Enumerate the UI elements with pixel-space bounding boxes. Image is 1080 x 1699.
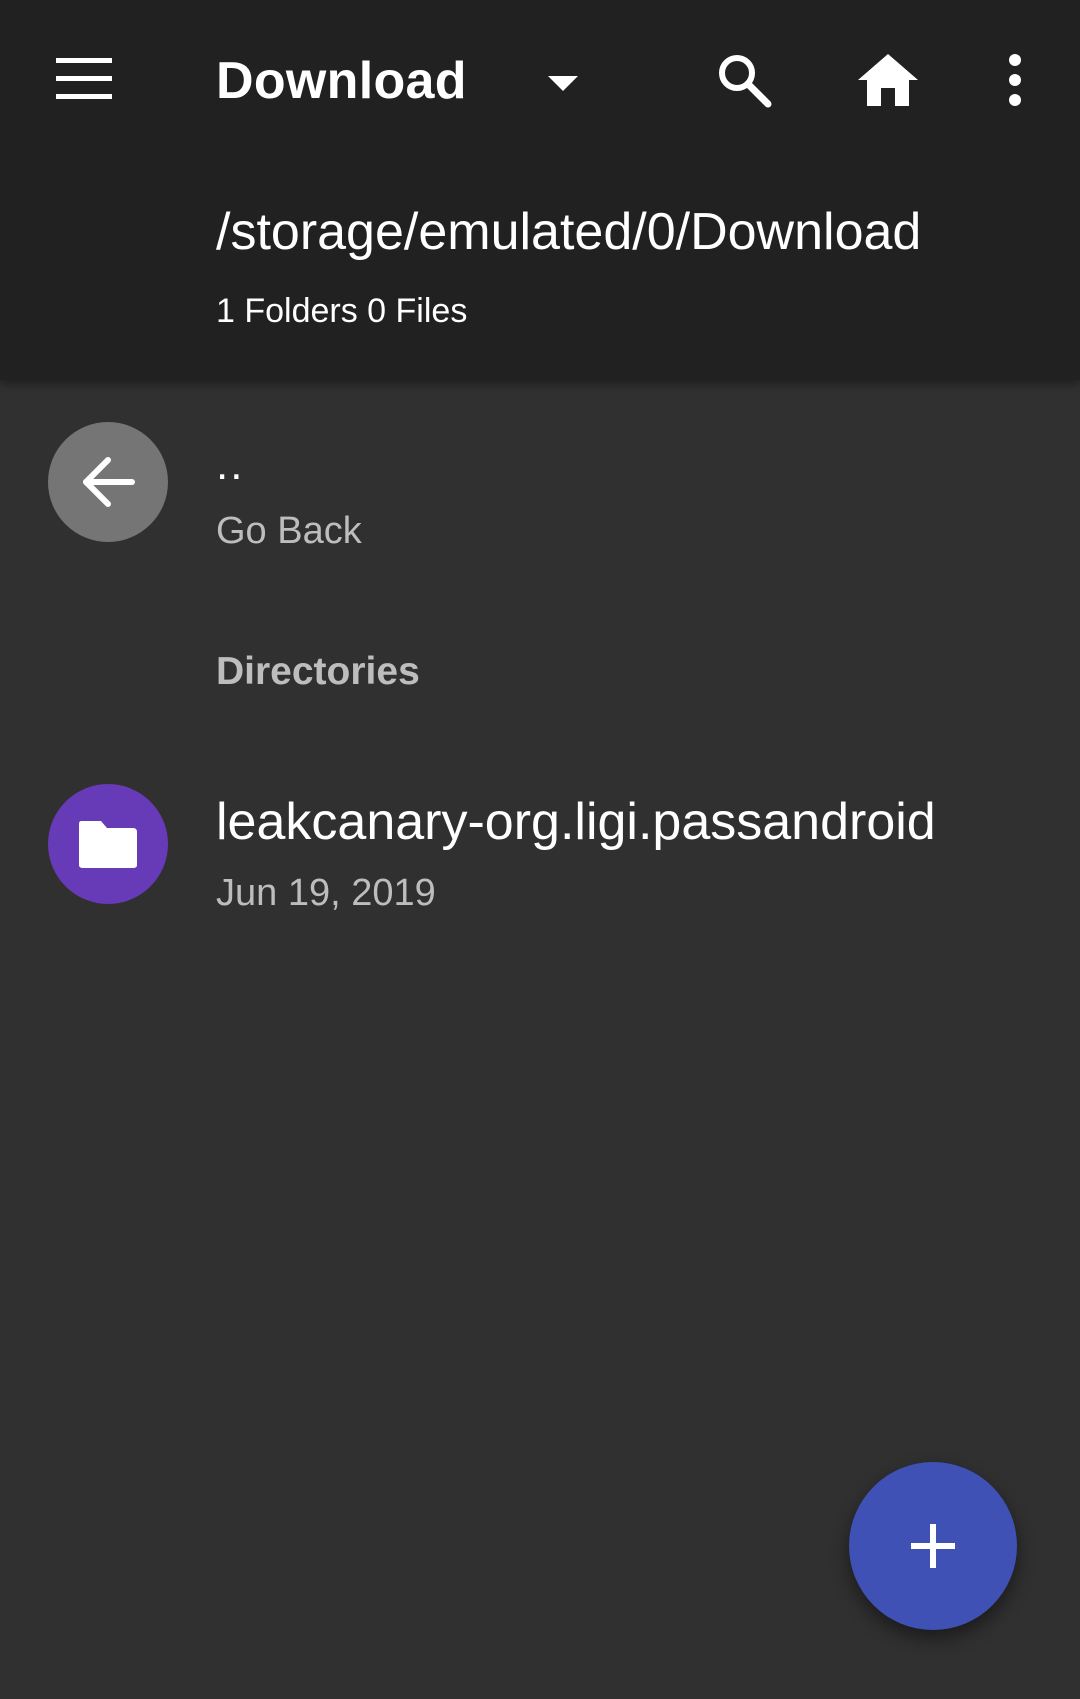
directories-section-header: Directories [216, 650, 420, 693]
add-fab-button[interactable] [849, 1462, 1017, 1630]
app-toolbar: Download /storage/emulated/0/Download 1 … [0, 0, 1080, 380]
page-title: Download [216, 52, 467, 110]
folder-icon [79, 821, 137, 868]
more-vertical-icon [1009, 54, 1021, 106]
back-avatar [48, 422, 168, 542]
folder-title-dropdown[interactable]: Download [216, 40, 467, 122]
file-browser-screen: Download /storage/emulated/0/Download 1 … [0, 0, 1080, 1699]
menu-button[interactable] [40, 40, 128, 118]
home-icon [858, 54, 918, 106]
go-back-item[interactable]: .. Go Back [0, 400, 1080, 570]
folder-file-count: 1 Folders 0 Files [216, 292, 468, 330]
folder-avatar [48, 784, 168, 904]
folder-date: Jun 19, 2019 [216, 872, 436, 914]
go-back-sublabel: Go Back [216, 510, 362, 552]
hamburger-menu-icon [56, 58, 112, 99]
plus-icon [911, 1524, 955, 1568]
list-item-folder[interactable]: leakcanary-org.ligi.passandroid Jun 19, … [0, 760, 1080, 930]
current-path: /storage/emulated/0/Download [216, 203, 922, 261]
home-button[interactable] [844, 40, 932, 120]
more-options-button[interactable] [990, 40, 1040, 120]
arrow-back-icon [83, 457, 135, 507]
search-icon [719, 55, 772, 108]
search-button[interactable] [700, 40, 788, 120]
folder-name: leakcanary-org.ligi.passandroid [216, 793, 936, 851]
arrow-drop-down-icon[interactable] [548, 76, 578, 91]
go-back-label: .. [216, 440, 245, 489]
